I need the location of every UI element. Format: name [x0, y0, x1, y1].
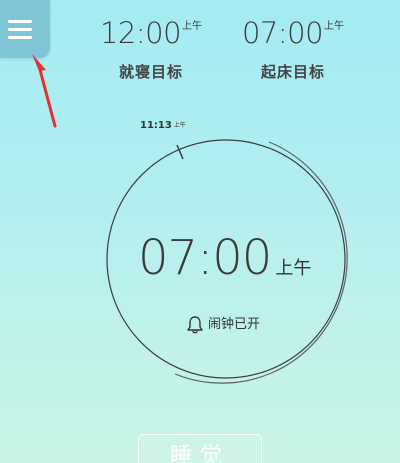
alarm-time-display[interactable]: 07:00 上午 — [138, 228, 311, 299]
hamburger-menu-icon — [8, 20, 32, 40]
wake-target[interactable]: 07:00上午 起床目标 — [238, 10, 348, 82]
sleep-button[interactable]: 睡觉 — [138, 434, 262, 463]
alarm-status-label: 闹钟已开 — [208, 317, 261, 332]
bell-icon — [187, 316, 203, 334]
sleep-target-ampm: 上午 — [182, 21, 203, 32]
wake-target-ampm: 上午 — [324, 21, 345, 32]
wake-target-time: 07:00 — [241, 16, 324, 50]
sleep-target[interactable]: 12:00上午 就寝目标 — [96, 10, 206, 82]
sleep-target-label: 就寝目标 — [118, 63, 183, 81]
annotation-arrow-icon — [32, 54, 57, 128]
wake-target-label: 起床目标 — [260, 63, 325, 81]
alarm-time-value: 07:00 — [138, 230, 272, 286]
alarm-status[interactable]: 闹钟已开 — [186, 314, 260, 337]
dial-current-tick — [176, 144, 184, 160]
alarm-time-ampm: 上午 — [275, 258, 312, 279]
sleep-target-time: 12:00 — [99, 16, 182, 50]
menu-button[interactable] — [0, 0, 50, 58]
